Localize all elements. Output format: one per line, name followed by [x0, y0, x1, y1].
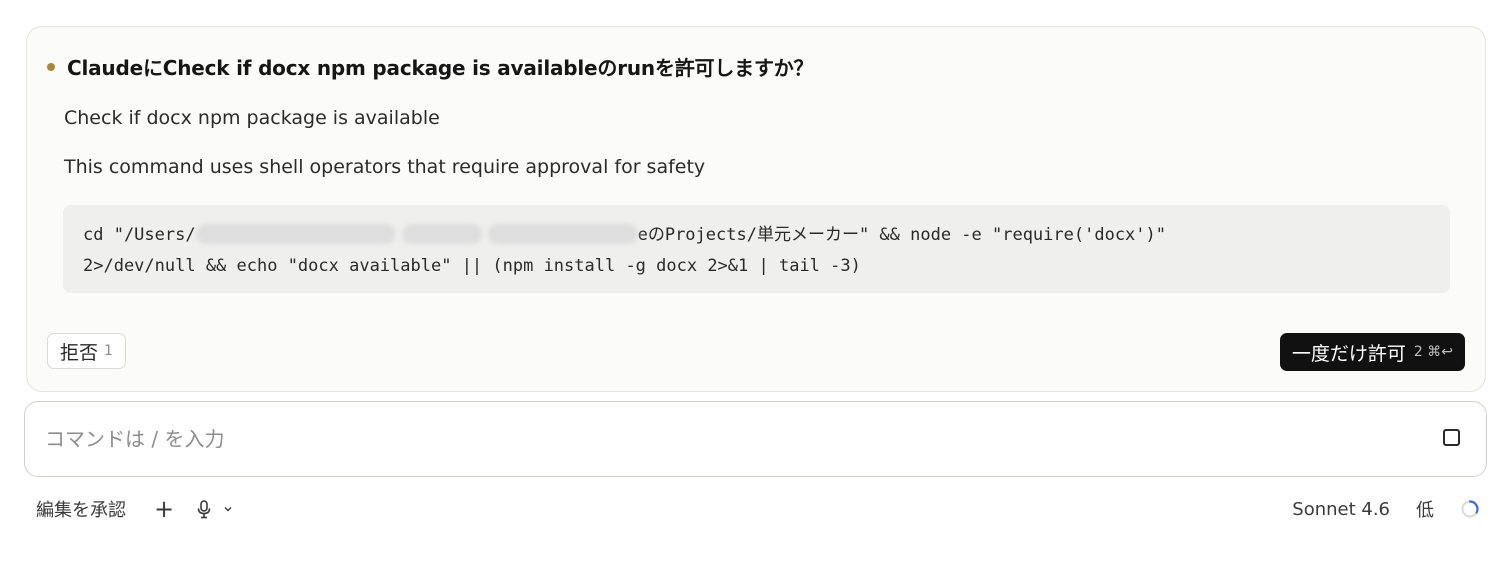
reject-shortcut: 1 — [104, 343, 113, 359]
redacted-path-segment — [487, 223, 638, 244]
reject-button[interactable]: 拒否 1 — [47, 333, 126, 369]
command-composer — [24, 401, 1487, 477]
allow-once-button[interactable]: 一度だけ許可 2 ⌘↩ — [1279, 333, 1465, 371]
command-input[interactable] — [43, 402, 1407, 476]
model-selector[interactable]: Sonnet 4.6 — [1292, 499, 1390, 520]
chevron-down-icon[interactable] — [222, 503, 234, 515]
add-icon[interactable]: + — [154, 497, 174, 521]
permission-title-row: ClaudeにCheck if docx npm package is avai… — [47, 52, 814, 81]
loading-spinner-icon — [1460, 499, 1480, 519]
status-dot-icon — [47, 62, 55, 71]
claude-code-permission-screen: ClaudeにCheck if docx npm package is avai… — [0, 0, 1512, 580]
redacted-path-segment — [401, 223, 482, 244]
command-description: Check if docx npm package is available — [64, 107, 440, 129]
accept-edits-toggle[interactable]: 編集を承認 — [36, 496, 126, 522]
stop-icon[interactable] — [1443, 429, 1460, 446]
redacted-path-segment — [195, 223, 396, 244]
permission-title: ClaudeにCheck if docx npm package is avai… — [67, 56, 814, 80]
permission-request-card: ClaudeにCheck if docx npm package is avai… — [26, 26, 1486, 392]
allow-once-button-label: 一度だけ許可 — [1291, 342, 1406, 365]
command-line-1-suffix: eのProjects/単元メーカー" && node -e "require('… — [637, 225, 1166, 245]
composer-toolbar-left: 編集を承認 + — [36, 495, 234, 523]
allow-once-shortcut: 2 ⌘↩ — [1413, 344, 1453, 360]
command-line-1-prefix: cd "/Users/ — [83, 225, 196, 245]
effort-selector[interactable]: 低 — [1416, 496, 1434, 522]
command-code-block: cd "/Users/eのProjects/単元メーカー" && node -e… — [63, 205, 1450, 293]
reject-button-label: 拒否 — [60, 341, 99, 364]
microphone-icon[interactable] — [196, 499, 212, 519]
approval-reason: This command uses shell operators that r… — [64, 156, 706, 178]
command-line-2: 2>/dev/null && echo "docx available" || … — [83, 256, 861, 276]
command-line-1: cd "/Users/eのProjects/単元メーカー" && node -e… — [83, 220, 1430, 251]
composer-toolbar-right: Sonnet 4.6 低 — [1292, 495, 1480, 523]
